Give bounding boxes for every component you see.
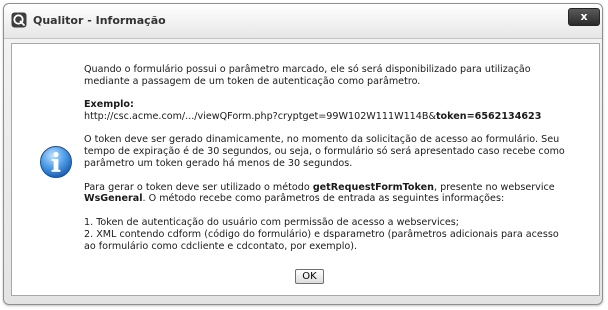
params-paragraph: 1. Token de autenticação do usuário com … <box>84 217 584 253</box>
intro-line: mediante a passagem de um token de auten… <box>84 75 421 87</box>
method-post: , presente no webservice <box>433 181 555 193</box>
method-paragraph: Para gerar o token deve ser utilizado o … <box>84 182 584 206</box>
example-paragraph: Exemplo: http://csc.acme.com/.../viewQFo… <box>84 99 584 123</box>
param-item: ao formulário como cdcliente e cdcontato… <box>84 240 358 252</box>
param-item: 1. Token de autenticação do usuário com … <box>84 216 460 228</box>
token-line: parâmetro um token gerado há menos de 30… <box>84 158 353 170</box>
token-line: tempo de expiração é de 30 segundos, ou … <box>84 146 565 158</box>
message-text: Quando o formulário possui o parâmetro m… <box>84 64 584 264</box>
example-label: Exemplo: <box>84 99 134 111</box>
example-url: http://csc.acme.com/.../viewQForm.php?cr… <box>84 111 436 123</box>
method-pre: Para gerar o token deve ser utilizado o … <box>84 181 313 193</box>
info-dialog: Qualitor - Informação x Quando o formulá… <box>3 3 603 305</box>
info-icon <box>40 146 72 178</box>
example-url-line: http://csc.acme.com/.../viewQForm.php?cr… <box>84 111 584 123</box>
token-paragraph: O token deve ser gerado dinamicamente, n… <box>84 134 584 170</box>
token-line: O token deve ser gerado dinamicamente, n… <box>84 134 560 146</box>
dialog-title: Qualitor - Informação <box>33 14 166 27</box>
ok-button[interactable]: OK <box>295 269 324 284</box>
dialog-titlebar[interactable]: Qualitor - Informação x <box>4 4 602 39</box>
qualitor-app-icon <box>11 12 27 28</box>
param-item: 2. XML contendo cdform (código do formul… <box>84 228 559 240</box>
method-name: getRequestFormToken <box>312 181 434 193</box>
webservice-name: WsGeneral <box>84 193 143 205</box>
intro-paragraph: Quando o formulário possui o parâmetro m… <box>84 64 584 88</box>
dialog-content: Quando o formulário possui o parâmetro m… <box>11 43 600 296</box>
close-button[interactable]: x <box>568 8 600 26</box>
example-token: token=6562134623 <box>435 111 542 123</box>
close-icon: x <box>580 10 588 23</box>
intro-line: Quando o formulário possui o parâmetro m… <box>84 64 531 75</box>
method-line2: . O método recebe como parâmetros de ent… <box>142 193 505 205</box>
